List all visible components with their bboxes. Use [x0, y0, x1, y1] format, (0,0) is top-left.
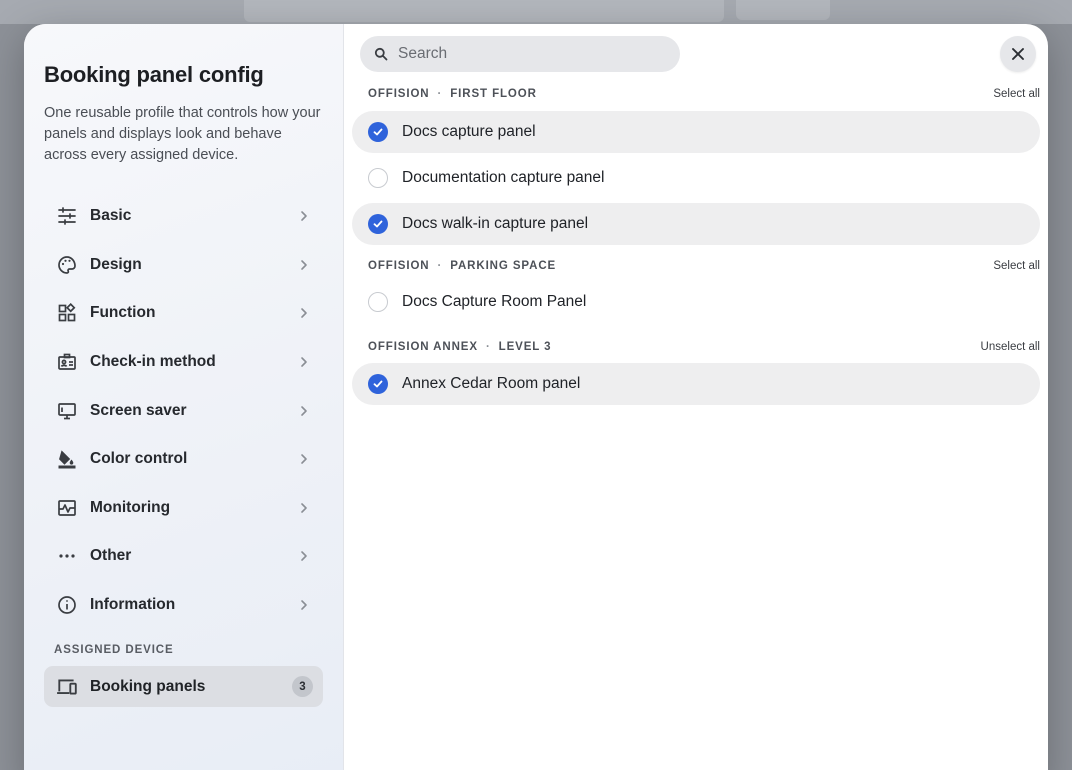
assigned-section-label: ASSIGNED DEVICE [54, 644, 174, 657]
close-button[interactable] [1000, 36, 1036, 72]
device-row[interactable]: Docs walk-in capture panel [352, 203, 1040, 245]
device-row[interactable]: Docs Capture Room Panel [352, 281, 1040, 323]
sidebar-item-function[interactable]: Function [44, 289, 323, 338]
checkbox-unchecked[interactable] [368, 292, 388, 312]
sidebar-item-label: Check-in method [90, 353, 216, 371]
device-label: Documentation capture panel [402, 169, 605, 186]
sidebar-item-monitoring[interactable]: Monitoring [44, 484, 323, 533]
unselect-all-button[interactable]: Unselect all [981, 341, 1040, 353]
chevron-right-icon [301, 405, 307, 416]
info-icon [56, 594, 78, 616]
monitoring-icon [56, 497, 78, 519]
select-all-button[interactable]: Select all [993, 260, 1040, 272]
chevron-right-icon [301, 260, 307, 270]
config-sidebar: Booking panel config One reusable profil… [24, 24, 344, 770]
group-title: OFFISION · FIRST FLOOR [368, 88, 537, 100]
background-search-bar [244, 0, 724, 22]
close-icon [1012, 48, 1024, 60]
chevron-right-icon [301, 503, 307, 513]
separator-dot: · [437, 260, 443, 272]
check-icon [373, 380, 383, 388]
monitor-icon [56, 400, 78, 422]
checkbox-checked[interactable] [368, 214, 388, 234]
page-description: One reusable profile that controls how y… [44, 105, 321, 163]
sidebar-item-information[interactable]: Information [44, 581, 323, 630]
sidebar-item-label: Design [90, 255, 142, 273]
search-icon [374, 47, 388, 61]
sidebar-item-label: Basic [90, 207, 132, 225]
group-area: FIRST FLOOR [450, 88, 537, 100]
sidebar-item-color-control[interactable]: Color control [44, 435, 323, 484]
device-label: Docs Capture Room Panel [402, 293, 587, 310]
device-selection-panel: OFFISION · FIRST FLOOR Select all Docs cap… [344, 24, 1048, 770]
devices-icon [56, 676, 78, 698]
device-row[interactable]: Docs capture panel [352, 111, 1040, 153]
check-icon [373, 220, 383, 228]
group-header: OFFISION · FIRST FLOOR Select all [352, 83, 1040, 105]
group-location: OFFISION [368, 260, 430, 272]
sidebar-item-label: Information [90, 596, 176, 614]
sidebar-item-label: Other [90, 547, 132, 565]
checkbox-checked[interactable] [368, 374, 388, 394]
group-title: OFFISION ANNEX · LEVEL 3 [368, 341, 551, 353]
device-row[interactable]: Documentation capture panel [352, 157, 1040, 199]
search-input[interactable] [398, 45, 658, 63]
group-area: PARKING SPACE [450, 260, 557, 272]
palette-icon [56, 254, 78, 276]
sidebar-item-check-in-method[interactable]: Check-in method [44, 338, 323, 387]
chevron-right-icon [301, 308, 307, 319]
chevron-right-icon [301, 357, 307, 367]
separator-dot: · [485, 341, 491, 353]
check-icon [373, 128, 383, 136]
sidebar-item-label: Function [90, 304, 156, 322]
group-title: OFFISION · PARKING SPACE [368, 260, 556, 272]
config-modal: Booking panel config One reusable profil… [24, 24, 1048, 770]
checkbox-unchecked[interactable] [368, 168, 388, 188]
group-location: OFFISION ANNEX [368, 341, 478, 353]
device-label: Docs walk-in capture panel [402, 215, 589, 232]
sidebar-item-label: Color control [90, 450, 188, 468]
sidebar-item-basic[interactable]: Basic [44, 192, 323, 241]
more-horizontal-icon [56, 545, 78, 567]
group-location: OFFISION [368, 88, 430, 100]
device-label: Annex Cedar Room panel [402, 375, 581, 392]
chevron-right-icon [301, 600, 307, 610]
sidebar-item-other[interactable]: Other [44, 532, 323, 581]
sliders-icon [56, 205, 78, 227]
checkbox-checked[interactable] [368, 122, 388, 142]
sidebar-item-design[interactable]: Design [44, 241, 323, 290]
count-badge: 3 [292, 676, 313, 698]
chevron-right-icon [301, 211, 307, 222]
device-row[interactable]: Annex Cedar Room panel [352, 363, 1040, 405]
device-group: OFFISION · FIRST FLOOR Select all Docs cap… [352, 83, 1040, 245]
chevron-right-icon [301, 454, 307, 465]
search-bar[interactable] [360, 36, 680, 72]
select-all-button[interactable]: Select all [993, 88, 1040, 100]
paint-bucket-icon [56, 448, 78, 470]
chevron-right-icon [301, 551, 307, 562]
device-group: OFFISION · PARKING SPACE Select all Docs C… [352, 255, 1040, 323]
sidebar-item-label: Monitoring [90, 498, 171, 516]
background-button [736, 0, 830, 20]
page-title: Booking panel config [44, 62, 264, 87]
group-header: OFFISION ANNEX · LEVEL 3 Unselect all [352, 336, 1040, 358]
group-area: LEVEL 3 [498, 341, 552, 353]
device-group: OFFISION ANNEX · LEVEL 3 Unselect all Anne… [352, 336, 1040, 405]
widgets-icon [56, 302, 78, 324]
badge-icon [56, 351, 78, 373]
sidebar-item-booking-panels[interactable]: Booking panels 3 [44, 666, 323, 708]
sidebar-item-screen-saver[interactable]: Screen saver [44, 386, 323, 435]
sidebar-item-label: Screen saver [90, 401, 187, 419]
separator-dot: · [437, 88, 443, 100]
sidebar-item-label: Booking panels [90, 677, 206, 695]
device-label: Docs capture panel [402, 123, 536, 140]
group-header: OFFISION · PARKING SPACE Select all [352, 255, 1040, 277]
